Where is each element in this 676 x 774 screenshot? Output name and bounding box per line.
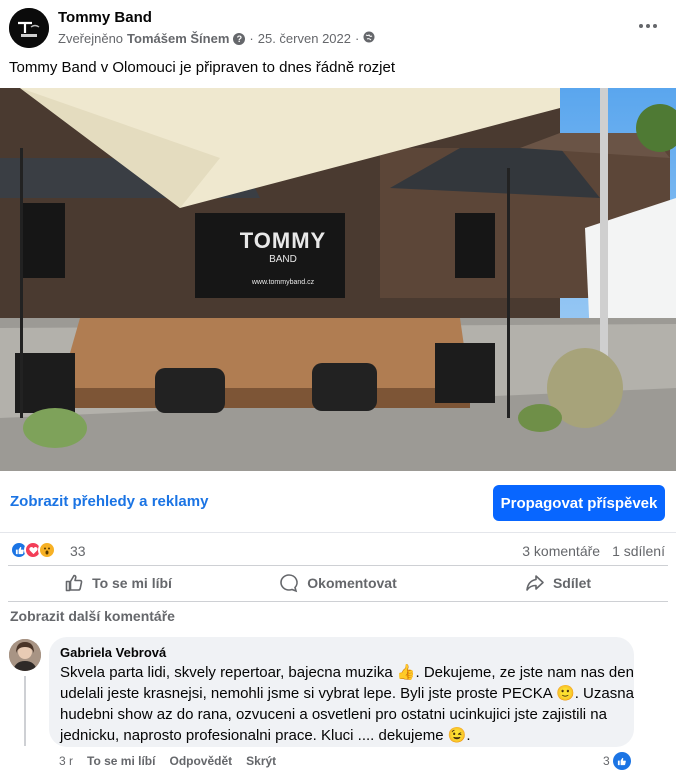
divider [8,601,668,602]
comment-text: Skvela parta lidi, skvely repertoar, baj… [60,662,634,746]
commenter-avatar[interactable] [9,639,41,671]
insights-link[interactable]: Zobrazit přehledy a reklamy [10,493,208,510]
banner-subtitle: BAND [269,254,297,265]
post-photo[interactable]: TOMMY BAND www.tommyband.cz [0,88,676,471]
show-more-comments[interactable]: Zobrazit další komentáře [10,608,175,624]
dot [639,24,643,28]
post-text: Tommy Band v Olomouci je připraven to dn… [9,59,396,76]
stage-banner: TOMMY BAND www.tommyband.cz [228,228,338,286]
comment-reply-button[interactable]: Odpovědět [169,754,232,768]
share-label: Sdílet [552,575,592,591]
stage-photo-illustration [0,88,676,471]
comment-author[interactable]: Gabriela Vebrová [60,645,624,660]
meta-separator: · [249,31,254,46]
comment-line: hudebni show az do rana, ozvuceni a osve… [60,706,607,723]
published-by-author[interactable]: Tomášem Šínem [127,31,229,46]
thumbs-up-icon [65,574,83,592]
comment-like-button[interactable]: To se mi líbí [87,754,155,768]
meta-separator: · [354,31,360,46]
share-count[interactable]: 1 sdílení [612,543,665,559]
post-date[interactable]: 25. červen 2022 [258,31,351,46]
comment-count[interactable]: 3 komentáře [522,543,600,559]
page-name[interactable]: Tommy Band [58,9,152,26]
comment-label: Okomentovat [307,575,397,591]
post-meta: Zveřejněno Tomášem Šínem ? · 25. červen … [58,31,375,46]
reaction-icons[interactable] [10,541,56,559]
banner-url: www.tommyband.cz [251,279,315,286]
engagement-counts: 3 komentáře 1 sdílení [522,543,665,559]
page-avatar[interactable] [9,8,49,48]
like-label: To se mi líbí [92,575,172,591]
wow-reaction-icon [38,541,56,559]
dot [646,24,650,28]
comment-hide-button[interactable]: Skrýt [246,754,276,768]
promote-post-button[interactable]: Propagovat příspěvek [493,485,665,521]
question-icon[interactable]: ? [233,32,246,45]
like-button[interactable]: To se mi líbí [8,566,228,600]
comment-bubble: Gabriela Vebrová Skvela parta lidi, skve… [49,637,634,747]
like-reaction-icon [612,752,631,770]
thread-line [24,676,26,746]
insights-bar: Zobrazit přehledy a reklamy Propagovat p… [0,471,676,533]
share-icon [526,575,544,591]
comment-like-count[interactable]: 3 [603,752,631,770]
reactions-summary: 33 3 komentáře 1 sdílení [0,537,676,565]
post-actions: To se mi líbí Okomentovat Sdílet [0,563,676,599]
comment-button[interactable]: Okomentovat [228,566,448,600]
comment-icon [280,574,299,593]
comment-actions: 3 r To se mi líbí Odpovědět Skrýt [59,754,276,768]
published-by-prefix: Zveřejněno [58,31,124,46]
avatar-photo [9,639,41,671]
tommy-band-logo-icon [9,8,49,48]
reaction-count[interactable]: 33 [70,543,86,559]
dot [653,24,657,28]
post-header: Tommy Band Zveřejněno Tomášem Šínem ? · … [0,0,676,56]
action-row: To se mi líbí Okomentovat Sdílet [8,566,668,600]
comment-line: jednicku, naprosto profesionalni prace. … [60,727,471,744]
comment-age[interactable]: 3 r [59,754,73,768]
share-button[interactable]: Sdílet [448,566,668,600]
globe-icon[interactable] [363,31,375,46]
comment-line: Skvela parta lidi, skvely repertoar, baj… [60,664,634,681]
banner-title: TOMMY [239,228,327,253]
comment-like-number: 3 [603,754,610,768]
more-options-icon[interactable] [630,11,666,41]
comment-line: udelali jeste krasnejsi, nemohli jsme si… [60,685,634,702]
